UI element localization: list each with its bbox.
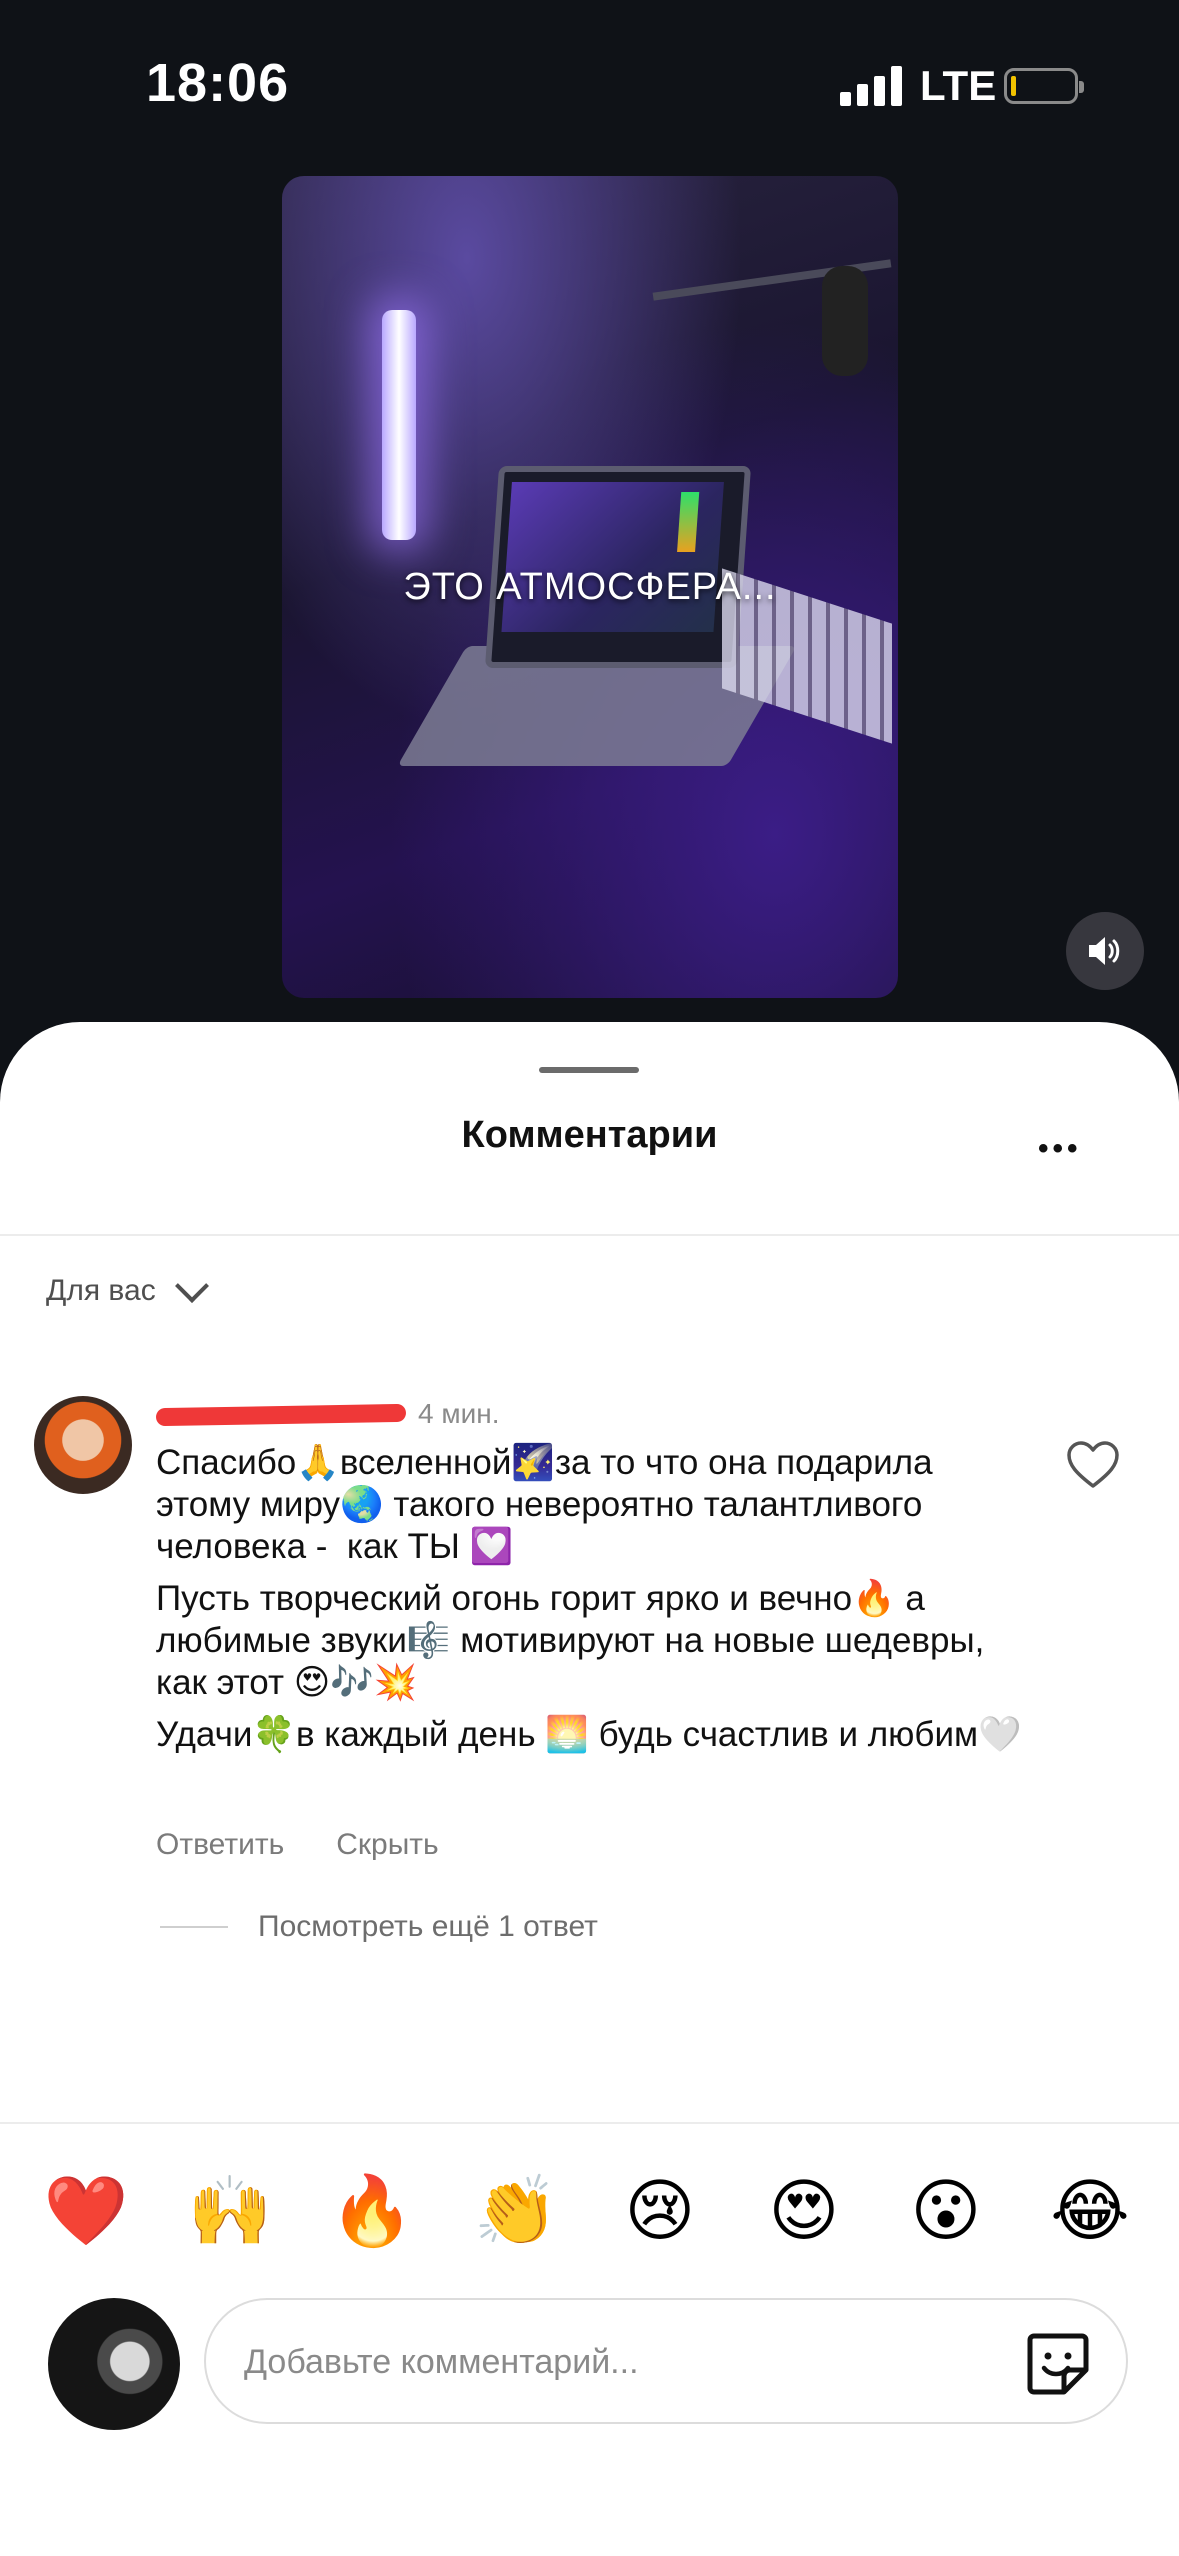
reply-thread-line	[160, 1926, 228, 1928]
current-user-avatar	[48, 2298, 180, 2430]
video-player[interactable]: ЭТО АТМОСФЕРА...	[282, 176, 898, 998]
video-caption: ЭТО АТМОСФЕРА...	[403, 566, 777, 608]
sheet-drag-handle[interactable]	[539, 1067, 639, 1073]
status-bar: 18:06 LTE	[0, 0, 1179, 170]
reaction-heart-eyes[interactable]: 😍	[754, 2162, 854, 2262]
network-label: LTE	[920, 62, 997, 109]
comment-line: Пусть творческий огонь горит ярко и вечн…	[156, 1579, 995, 1702]
comment-line: Удачи🍀в каждый день 🌅 будь счастлив и лю…	[156, 1715, 1022, 1754]
comment-composer[interactable]	[204, 2298, 1128, 2424]
chevron-down-icon	[174, 1269, 209, 1303]
filter-label: Для вас	[46, 1274, 156, 1307]
reaction-clap[interactable]: 👏	[466, 2162, 566, 2262]
signal-bars-icon	[840, 66, 902, 106]
reaction-surprised[interactable]: 😮	[896, 2162, 996, 2262]
comment-input[interactable]	[242, 2300, 1006, 2424]
comment-actions: Ответить Скрыть	[156, 1828, 439, 1862]
view-more-replies[interactable]: Посмотреть ещё 1 ответ	[160, 1910, 598, 1944]
comment-time: 4 мин.	[418, 1398, 500, 1429]
sheet-title: Комментарии	[461, 1114, 718, 1156]
view-more-replies-label: Посмотреть ещё 1 ответ	[258, 1910, 598, 1943]
comment-line: Спасибо🙏вселенной🌠за то что она подарила…	[156, 1443, 943, 1566]
light-bar-shape	[382, 310, 416, 540]
reaction-laughing[interactable]: 😂	[1040, 2162, 1140, 2262]
microphone-shape	[822, 266, 868, 376]
battery-low-icon	[1004, 68, 1084, 104]
reaction-crying[interactable]: 😢	[610, 2162, 710, 2262]
composer-divider	[0, 2122, 1179, 2124]
commenter-username-redacted[interactable]	[155, 1400, 407, 1427]
heart-outline-icon[interactable]	[1066, 1440, 1120, 1490]
header-divider	[0, 1234, 1179, 1236]
sort-filter-dropdown[interactable]: Для вас	[46, 1269, 209, 1308]
quick-reactions-bar: ❤️ 🙌 🔥 👏 😢 😍 😮 😂	[0, 2162, 1179, 2272]
commenter-avatar[interactable]	[34, 1396, 132, 1494]
reaction-fire[interactable]: 🔥	[322, 2162, 422, 2262]
hide-button[interactable]: Скрыть	[336, 1828, 438, 1862]
reaction-heart[interactable]: ❤️	[36, 2162, 136, 2262]
status-time: 18:06	[146, 53, 290, 113]
comment-text: Спасибо🙏вселенной🌠за то что она подарила…	[156, 1442, 1026, 1766]
comments-sheet: Комментарии ••• Для вас 4 мин. Спасибо🙏в…	[0, 1022, 1179, 2556]
more-dots-icon[interactable]: •••	[1038, 1132, 1082, 1166]
sound-toggle-button[interactable]	[1066, 912, 1144, 990]
sticker-icon[interactable]	[1024, 2330, 1092, 2398]
reply-button[interactable]: Ответить	[156, 1828, 284, 1862]
reaction-raised-hands[interactable]: 🙌	[180, 2162, 280, 2262]
speaker-icon	[1089, 937, 1120, 965]
